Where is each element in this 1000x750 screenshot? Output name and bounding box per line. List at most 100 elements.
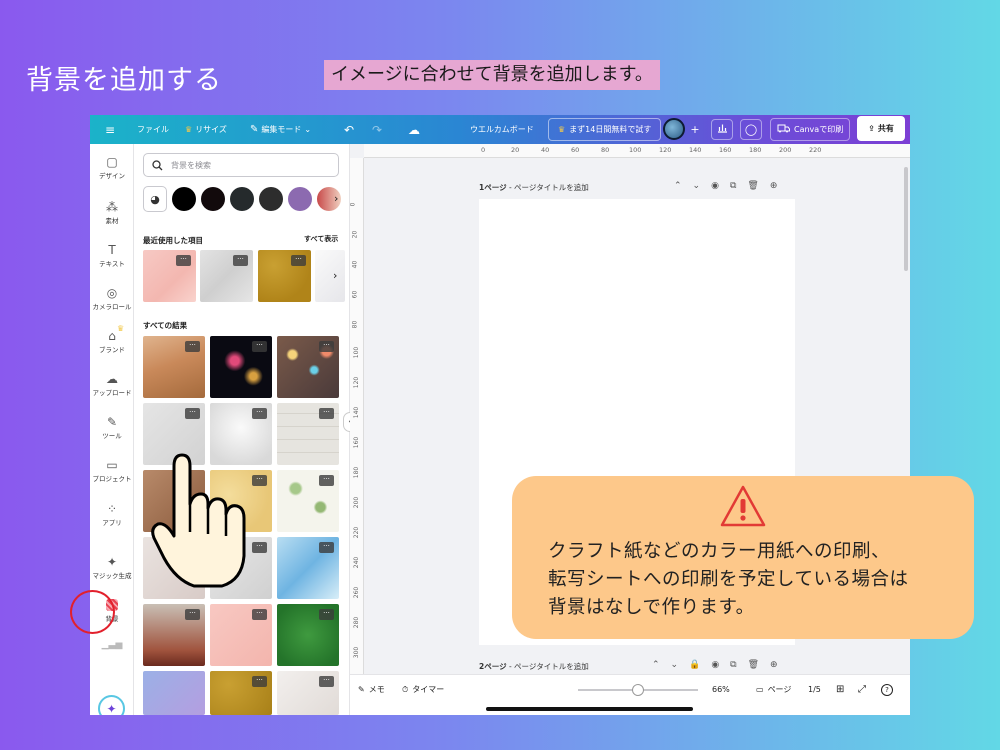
rail-item-tools[interactable]: ✎ ツール [90,414,134,440]
zoom-value[interactable]: 66% [712,675,730,704]
file-menu[interactable]: ファイル [137,115,169,144]
edit-mode-dropdown[interactable]: ✎ 編集モード ⌄ [250,115,311,144]
rail-item-label: ツール [102,432,122,440]
cloud-sync-icon[interactable]: ☁ [408,115,420,144]
notes-button[interactable]: ✎ メモ [358,675,385,704]
lock-icon[interactable]: 🔒 [689,660,700,670]
eye-icon[interactable]: ◉ [711,660,719,670]
share-button[interactable]: ⇪ 共有 [857,116,905,141]
comment-button[interactable]: ◯ [740,119,762,140]
more-icon[interactable]: ··· [319,609,334,620]
pages-button[interactable]: ▭ ページ [756,675,791,704]
ruler-tick: 160 [353,436,361,449]
background-thumbnail[interactable] [143,671,205,715]
more-icon[interactable]: ··· [252,408,267,419]
resize-button[interactable]: ♛ リサイズ [185,115,227,144]
add-page-icon[interactable]: ⊕ [770,660,778,670]
home-indicator [486,707,693,711]
more-icon[interactable]: ··· [252,676,267,687]
chevron-up-icon[interactable]: ⌃ [652,660,660,670]
chevron-down-icon[interactable]: ⌄ [671,660,679,670]
background-thumbnail[interactable]: ··· [277,671,339,715]
background-thumbnail[interactable]: ··· [277,470,339,532]
see-all-link[interactable]: すべて表示 [304,234,338,244]
more-icon[interactable]: ··· [176,255,191,266]
more-icon[interactable]: ··· [252,475,267,486]
background-thumbnail[interactable]: ··· [210,604,272,666]
ruler-tick: 260 [353,586,361,599]
more-icon[interactable]: ··· [252,341,267,352]
rail-item-upload[interactable]: ☁ アップロード [90,371,134,397]
more-icon[interactable]: ··· [185,341,200,352]
page-1-label[interactable]: 1ページ - ページタイトルを追加 [479,182,589,193]
chevron-right-icon[interactable]: › [334,192,338,205]
rail-item-elements[interactable]: ⁂ 素材 [90,199,134,225]
background-thumbnail[interactable] [315,250,345,302]
background-thumbnail[interactable]: ··· [277,537,339,599]
trial-button[interactable]: ♛ まず14日間無料で試す [548,118,662,141]
background-thumbnail[interactable]: ··· [143,250,196,302]
background-thumbnail[interactable]: ··· [143,336,205,398]
color-palette-button[interactable]: ◕ [143,186,167,212]
ruler-tick: 140 [689,146,702,154]
rail-item-brand[interactable]: ⌂ ブランド ♛ [90,324,134,354]
copy-icon[interactable]: ⧉ [730,660,736,670]
menu-icon[interactable]: ≡ [105,115,115,144]
rail-item-camera-roll[interactable]: ◎ カメラロール [90,285,134,311]
background-thumbnail[interactable]: ··· [277,403,339,465]
color-swatch[interactable] [172,187,196,211]
background-thumbnail[interactable]: ··· [200,250,253,302]
magic-assistant-button[interactable]: ✦ [98,695,125,715]
avatar[interactable] [663,118,685,140]
rail-item-magic-generate[interactable]: ✦ マジック生成 [90,554,134,580]
color-swatch[interactable] [201,187,225,211]
more-icon[interactable]: ··· [233,255,248,266]
background-thumbnail[interactable]: ··· [210,336,272,398]
chevron-right-icon[interactable]: › [333,269,337,282]
insights-button[interactable] [711,119,733,140]
background-thumbnail[interactable]: ··· [258,250,311,302]
trash-icon[interactable]: 🗑 [748,660,759,670]
trash-icon[interactable]: 🗑 [747,181,758,191]
eye-icon[interactable]: ◉ [711,181,719,191]
zoom-slider-handle[interactable] [632,684,644,696]
timer-button[interactable]: ⏱ タイマー [402,675,444,704]
more-icon[interactable]: ··· [319,542,334,553]
chevron-up-icon[interactable]: ⌃ [674,181,682,191]
grid-view-icon[interactable]: ⊞ [836,675,844,704]
vertical-scrollbar[interactable] [904,167,908,271]
ruler-tick: 220 [809,146,822,154]
color-swatch[interactable] [230,187,254,211]
more-icon[interactable]: ··· [319,341,334,352]
document-title[interactable]: ウエルカムボード [470,115,534,144]
more-icon[interactable]: ··· [319,676,334,687]
background-thumbnail[interactable]: ··· [210,671,272,715]
rail-item-text[interactable]: T テキスト [90,242,134,268]
add-page-icon[interactable]: ⊕ [770,181,778,191]
more-icon[interactable]: ··· [319,475,334,486]
help-button[interactable]: ? [881,675,893,704]
background-thumbnail[interactable]: ··· [143,604,205,666]
more-icon[interactable]: ··· [319,408,334,419]
print-button[interactable]: Canvaで印刷 [770,118,851,141]
copy-icon[interactable]: ⧉ [730,181,736,191]
add-collaborator-button[interactable]: + [684,119,706,140]
page-2-label[interactable]: 2ページ - ページタイトルを追加 [479,661,589,672]
more-icon[interactable]: ··· [291,255,306,266]
search-input[interactable]: 背景を検索 [143,153,339,177]
background-thumbnail[interactable]: ··· [277,604,339,666]
redo-icon[interactable]: ↷ [372,115,382,144]
background-thumbnail[interactable]: ··· [277,336,339,398]
rail-item-design[interactable]: ▢ デザイン [90,154,134,180]
rail-item-projects[interactable]: ▭ プロジェクト [90,457,134,483]
more-icon[interactable]: ··· [252,609,267,620]
rail-item-apps[interactable]: ⁘ アプリ [90,501,134,527]
undo-icon[interactable]: ↶ [344,115,354,144]
chevron-down-icon[interactable]: ⌄ [693,181,701,191]
more-icon[interactable]: ··· [185,408,200,419]
more-icon[interactable]: ··· [185,609,200,620]
more-icon[interactable]: ··· [252,542,267,553]
color-swatch[interactable] [288,187,312,211]
fullscreen-icon[interactable]: ⤢ [858,675,866,704]
color-swatch[interactable] [259,187,283,211]
